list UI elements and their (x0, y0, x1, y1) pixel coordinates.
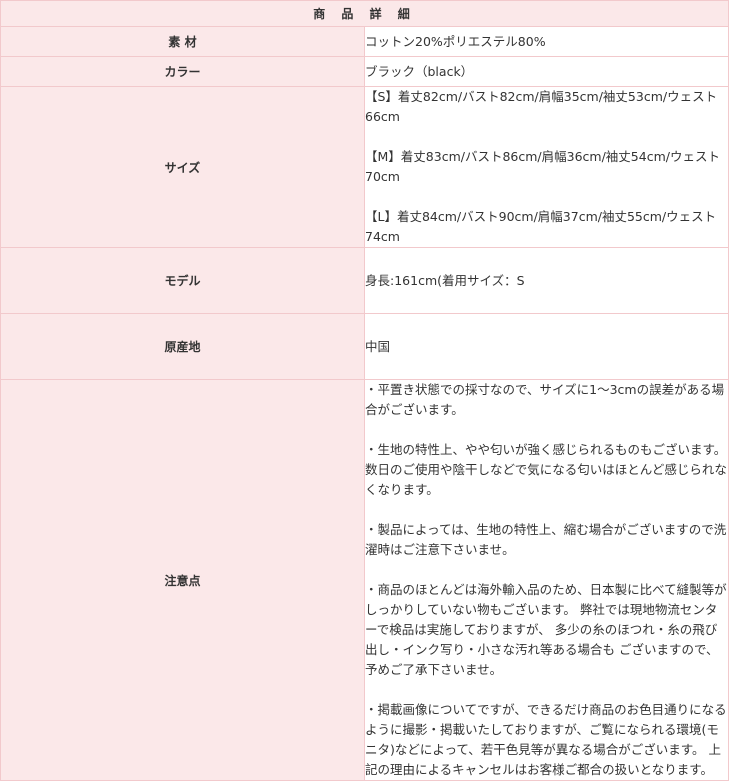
size-line-l: 【L】着丈84cm/バスト90cm/肩幅37cm/袖丈55cm/ウェスト74cm (365, 209, 717, 244)
table-title: 商 品 詳 細 (0, 0, 729, 27)
origin-label: 原産地 (0, 313, 365, 380)
color-value: ブラック（black） (364, 56, 729, 87)
row-size: サイズ 【S】着丈82cm/バスト82cm/肩幅35cm/袖丈53cm/ウェスト… (0, 86, 729, 248)
color-label: カラー (0, 56, 365, 87)
row-color: カラー ブラック（black） (0, 56, 729, 87)
row-origin: 原産地 中国 (0, 313, 729, 380)
origin-value: 中国 (364, 313, 729, 380)
row-material: 素 材 コットン20%ポリエステル80% (0, 26, 729, 57)
size-label: サイズ (0, 86, 365, 248)
material-value: コットン20%ポリエステル80% (364, 26, 729, 57)
note-paragraph: ・掲載画像についてですが、できるだけ商品のお色目通りになるように撮影・掲載いたし… (365, 702, 727, 777)
notes-label: 注意点 (0, 379, 365, 781)
material-label: 素 材 (0, 26, 365, 57)
row-notes: 注意点 ・平置き状態での採寸なので、サイズに1～3cmの誤差がある場合がございま… (0, 379, 729, 781)
note-paragraph: ・平置き状態での採寸なので、サイズに1～3cmの誤差がある場合がございます。 (365, 382, 725, 417)
notes-value: ・平置き状態での採寸なので、サイズに1～3cmの誤差がある場合がございます。 ・… (364, 379, 729, 781)
size-line-m: 【M】着丈83cm/バスト86cm/肩幅36cm/袖丈54cm/ウェスト70cm (365, 149, 720, 184)
model-value: 身長:161cm(着用サイズ：S (364, 247, 729, 314)
size-line-s: 【S】着丈82cm/バスト82cm/肩幅35cm/袖丈53cm/ウェスト66cm (365, 89, 718, 124)
product-details-table: 商 品 詳 細 素 材 コットン20%ポリエステル80% カラー ブラック（bl… (0, 0, 729, 781)
size-value: 【S】着丈82cm/バスト82cm/肩幅35cm/袖丈53cm/ウェスト66cm… (364, 86, 729, 248)
model-label: モデル (0, 247, 365, 314)
note-paragraph: ・製品によっては、生地の特性上、縮む場合がございますので洗濯時はご注意下さいませ… (365, 522, 727, 557)
row-model: モデル 身長:161cm(着用サイズ：S (0, 247, 729, 314)
note-paragraph: ・生地の特性上、やや匂いが強く感じられるものもございます。 数日のご使用や陰干し… (365, 442, 727, 497)
note-paragraph: ・商品のほとんどは海外輸入品のため、日本製に比べて縫製等が しっかりしていない物… (365, 582, 727, 677)
